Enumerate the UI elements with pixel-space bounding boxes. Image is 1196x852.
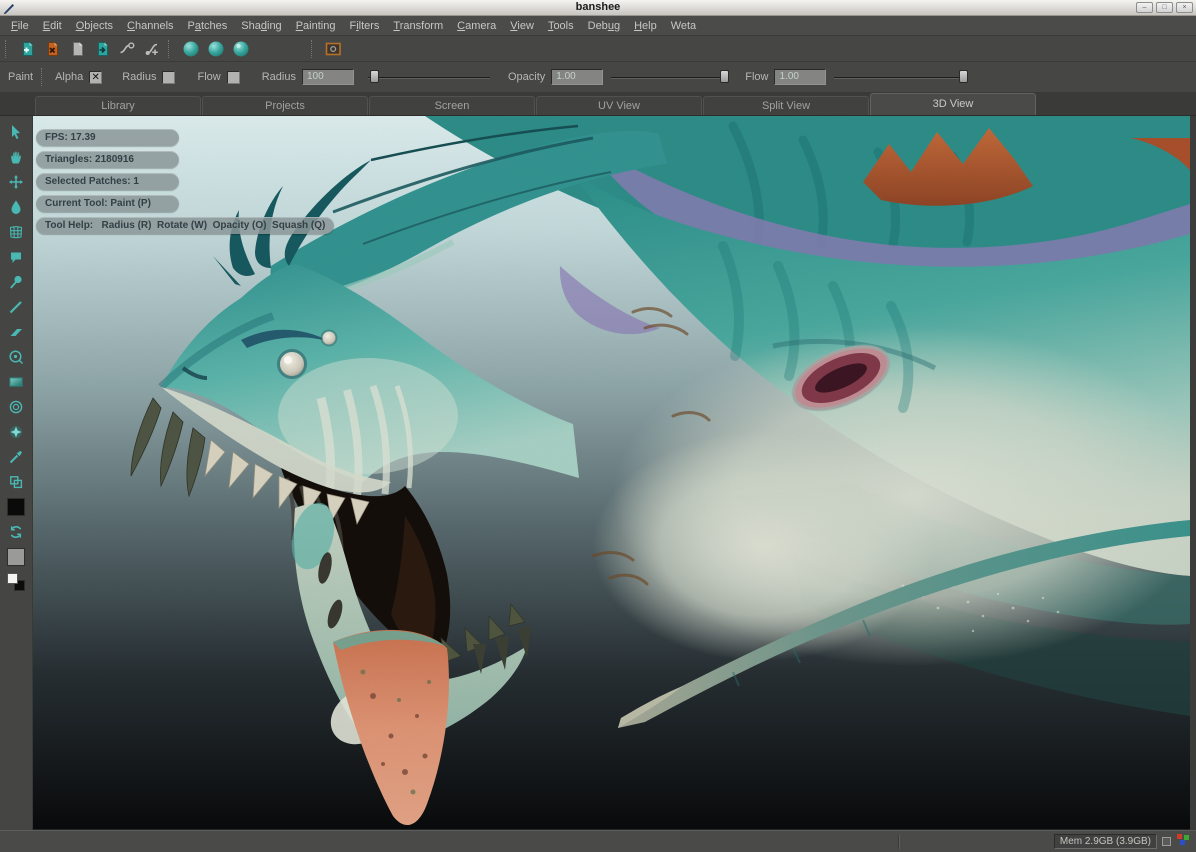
tab-3d-view[interactable]: 3D View bbox=[870, 93, 1036, 115]
menu-tools[interactable]: Tools bbox=[541, 18, 581, 34]
tab-projects[interactable]: Projects bbox=[202, 96, 368, 115]
menu-file[interactable]: File bbox=[4, 18, 36, 34]
current-tool-label: Paint bbox=[8, 71, 33, 83]
hud-fps: FPS: 17.39 bbox=[36, 129, 179, 146]
viewport-canvas[interactable]: FPS: 17.39 Triangles: 2180916 Selected P… bbox=[33, 116, 1190, 830]
curve-tool-icon[interactable] bbox=[115, 38, 140, 60]
opacity-slider[interactable] bbox=[611, 69, 729, 85]
copy-tool[interactable] bbox=[4, 469, 28, 494]
minimize-button[interactable]: – bbox=[1136, 2, 1153, 13]
pencil-tool[interactable] bbox=[4, 294, 28, 319]
menu-filters[interactable]: Filters bbox=[342, 18, 386, 34]
opacity-label: Opacity bbox=[508, 71, 545, 83]
eyedropper-tool[interactable] bbox=[4, 444, 28, 469]
tab-split-view[interactable]: Split View bbox=[703, 96, 869, 115]
background-color-swatch[interactable] bbox=[4, 544, 28, 569]
flow-field[interactable]: 1.00 bbox=[774, 69, 826, 85]
menu-weta[interactable]: Weta bbox=[664, 18, 703, 34]
toolbar-separator-2 bbox=[311, 40, 316, 58]
opacity-slider-handle[interactable] bbox=[720, 70, 729, 83]
flow-slider-handle[interactable] bbox=[959, 70, 968, 83]
radius-checkbox[interactable] bbox=[162, 71, 175, 84]
radius-field[interactable]: 100 bbox=[302, 69, 354, 85]
menu-view[interactable]: View bbox=[503, 18, 541, 34]
reset-colors-swatch[interactable] bbox=[4, 569, 28, 594]
menu-edit[interactable]: Edit bbox=[36, 18, 69, 34]
alpha-checkbox[interactable]: ✕ bbox=[89, 71, 102, 84]
pan-tool[interactable] bbox=[4, 144, 28, 169]
viewport-right-edge bbox=[1190, 116, 1196, 830]
menu-help[interactable]: Help bbox=[627, 18, 664, 34]
menubar: File Edit Objects Channels Patches Shadi… bbox=[0, 16, 1196, 36]
marquee-tool[interactable] bbox=[4, 369, 28, 394]
hud-current-tool: Current Tool: Paint (P) bbox=[36, 195, 179, 212]
radius-toggle-label: Radius bbox=[122, 71, 156, 83]
paintbar-separator bbox=[41, 68, 46, 86]
brush-sphere-2-icon[interactable] bbox=[203, 38, 228, 60]
brush-sphere-1-icon[interactable] bbox=[178, 38, 203, 60]
close-project-icon[interactable] bbox=[40, 38, 65, 60]
toolbar-separator bbox=[168, 40, 173, 58]
select-tool[interactable] bbox=[4, 119, 28, 144]
uv-grid-tool[interactable] bbox=[4, 219, 28, 244]
snapshot-icon[interactable] bbox=[321, 38, 346, 60]
tool-palette bbox=[0, 116, 33, 830]
menu-transform[interactable]: Transform bbox=[386, 18, 450, 34]
rgb-channels-icon[interactable] bbox=[1176, 833, 1191, 851]
flow-checkbox[interactable] bbox=[227, 71, 240, 84]
pin-tool[interactable] bbox=[4, 269, 28, 294]
patch-tool[interactable] bbox=[4, 244, 28, 269]
menu-painting[interactable]: Painting bbox=[289, 18, 343, 34]
clone-tool[interactable] bbox=[4, 344, 28, 369]
toolbar-handle bbox=[5, 40, 10, 58]
icon-toolbar bbox=[0, 36, 1196, 62]
menu-debug[interactable]: Debug bbox=[581, 18, 627, 34]
radius-slider[interactable] bbox=[368, 69, 490, 85]
blur-tool[interactable] bbox=[4, 419, 28, 444]
radius-slider-handle[interactable] bbox=[370, 70, 379, 83]
foreground-color-swatch[interactable] bbox=[4, 494, 28, 519]
view-tabbar: Library Projects Screen UV View Split Vi… bbox=[0, 93, 1196, 116]
paint-drop-tool[interactable] bbox=[4, 194, 28, 219]
hud-overlay: FPS: 17.39 Triangles: 2180916 Selected P… bbox=[36, 129, 334, 234]
menu-patches[interactable]: Patches bbox=[181, 18, 235, 34]
flow-toggle-label: Flow bbox=[197, 71, 220, 83]
alpha-label: Alpha bbox=[55, 71, 83, 83]
brush-sphere-3-icon[interactable] bbox=[228, 38, 253, 60]
radius-label: Radius bbox=[262, 71, 296, 83]
node-tool-icon[interactable] bbox=[140, 38, 165, 60]
opacity-field[interactable]: 1.00 bbox=[551, 69, 603, 85]
menu-shading[interactable]: Shading bbox=[234, 18, 288, 34]
eraser-tool[interactable] bbox=[4, 319, 28, 344]
maximize-button[interactable]: □ bbox=[1156, 2, 1173, 13]
statusbar: Mem 2.9GB (3.9GB) bbox=[0, 830, 1196, 852]
hud-tool-help: Tool Help: Radius (R) Rotate (W) Opacity… bbox=[36, 217, 334, 234]
new-project-icon[interactable] bbox=[15, 38, 40, 60]
move-tool[interactable] bbox=[4, 169, 28, 194]
memory-readout: Mem 2.9GB (3.9GB) bbox=[1054, 834, 1157, 849]
swap-colors-icon[interactable] bbox=[4, 519, 28, 544]
menu-channels[interactable]: Channels bbox=[120, 18, 181, 34]
tab-library[interactable]: Library bbox=[35, 96, 201, 115]
hud-selected-patches: Selected Patches: 1 bbox=[36, 173, 179, 190]
ring-tool[interactable] bbox=[4, 394, 28, 419]
flow-slider[interactable] bbox=[834, 69, 968, 85]
save-project-icon[interactable] bbox=[65, 38, 90, 60]
statusbar-divider bbox=[898, 835, 899, 849]
menu-camera[interactable]: Camera bbox=[450, 18, 503, 34]
statusbar-spacer bbox=[5, 831, 898, 852]
import-project-icon[interactable] bbox=[90, 38, 115, 60]
paint-options-bar: Paint Alpha ✕ Radius Flow Radius 100 Opa… bbox=[0, 62, 1196, 93]
titlebar[interactable]: banshee – □ × bbox=[0, 0, 1196, 16]
statusbar-checkbox[interactable] bbox=[1162, 837, 1171, 846]
flow-label: Flow bbox=[745, 71, 768, 83]
tab-screen[interactable]: Screen bbox=[369, 96, 535, 115]
menu-objects[interactable]: Objects bbox=[69, 18, 120, 34]
close-button[interactable]: × bbox=[1176, 2, 1193, 13]
app-window: banshee – □ × File Edit Objects Channels… bbox=[0, 0, 1196, 852]
tab-uv-view[interactable]: UV View bbox=[536, 96, 702, 115]
window-title: banshee bbox=[0, 0, 1196, 15]
hud-triangles: Triangles: 2180916 bbox=[36, 151, 179, 168]
